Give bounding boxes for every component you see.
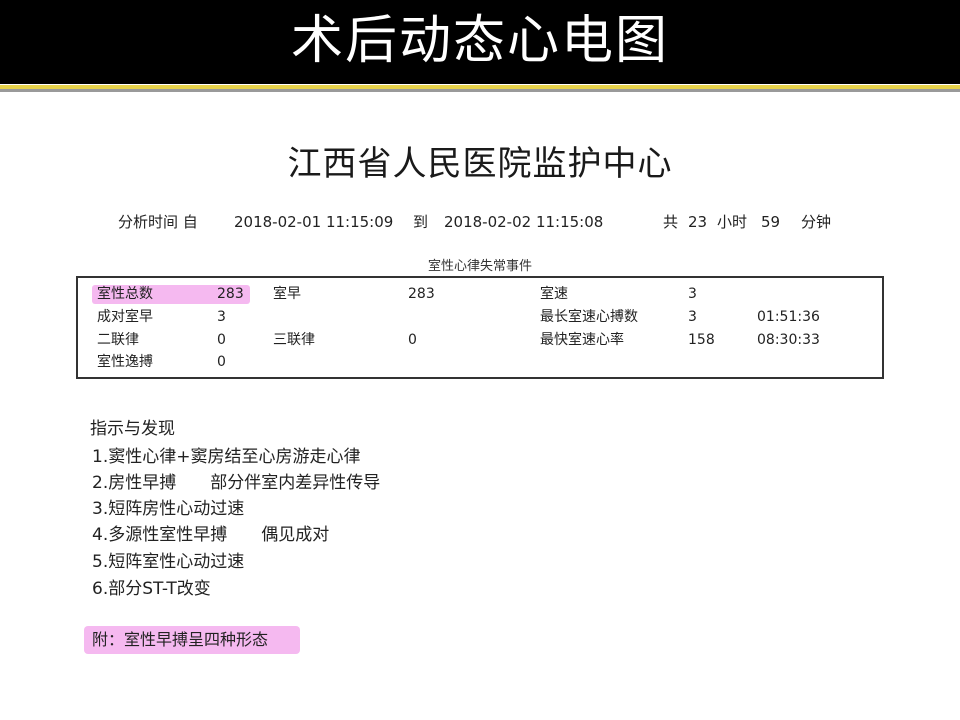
findings-title: 指示与发现 <box>90 419 175 439</box>
bigeminy-value: 0 <box>217 332 226 348</box>
finding-4: 4.多源性室性早搏 偶见成对 <box>92 525 330 545</box>
pairs-label: 成对室早 <box>97 309 153 325</box>
period-hours: 23 <box>688 213 708 231</box>
fastest-vt-value: 158 <box>688 332 715 348</box>
total-value: 283 <box>217 286 244 302</box>
escape-label: 室性逸搏 <box>97 354 153 370</box>
trigeminy-label: 三联律 <box>273 332 315 348</box>
period-total-label: 共 <box>663 213 679 231</box>
period-from-label: 分析时间 自 <box>118 213 198 231</box>
total-label: 室性总数 <box>97 286 153 302</box>
period-hours-unit: 小时 <box>717 213 748 231</box>
pvc-label: 室早 <box>273 286 301 302</box>
title-bar: 术后动态心电图 <box>0 0 960 84</box>
hospital-name: 江西省人民医院监护中心 <box>287 144 673 184</box>
period-minutes-unit: 分钟 <box>801 213 832 231</box>
finding-3: 3.短阵房性心动过速 <box>92 499 245 519</box>
longest-vt-value: 3 <box>688 309 697 325</box>
longest-vt-label: 最长室速心搏数 <box>540 309 638 325</box>
vt-value: 3 <box>688 286 697 302</box>
fastest-vt-label: 最快室速心率 <box>540 332 624 348</box>
longest-vt-time: 01:51:36 <box>757 309 820 325</box>
gray-divider <box>0 89 960 92</box>
bigeminy-label: 二联律 <box>97 332 139 348</box>
period-from: 2018-02-01 11:15:09 <box>234 213 394 231</box>
period-minutes: 59 <box>761 213 781 231</box>
period-to: 2018-02-02 11:15:08 <box>444 213 604 231</box>
pvc-value: 283 <box>408 286 435 302</box>
fastest-vt-time: 08:30:33 <box>757 332 820 348</box>
escape-value: 0 <box>217 354 226 370</box>
vt-label: 室速 <box>540 286 568 302</box>
note-highlight: 附：室性早搏呈四种形态 <box>84 626 300 654</box>
finding-6: 6.部分ST-T改变 <box>92 579 211 599</box>
trigeminy-value: 0 <box>408 332 417 348</box>
pairs-value: 3 <box>217 309 226 325</box>
section-title: 室性心律失常事件 <box>427 259 532 274</box>
slide-title: 术后动态心电图 <box>290 11 669 71</box>
finding-1: 1.窦性心律+窦房结至心房游走心律 <box>92 447 361 467</box>
period-to-label: 到 <box>413 213 429 231</box>
finding-2: 2.房性早搏 部分伴室内差异性传导 <box>92 473 381 493</box>
finding-5: 5.短阵室性心动过速 <box>92 552 245 572</box>
